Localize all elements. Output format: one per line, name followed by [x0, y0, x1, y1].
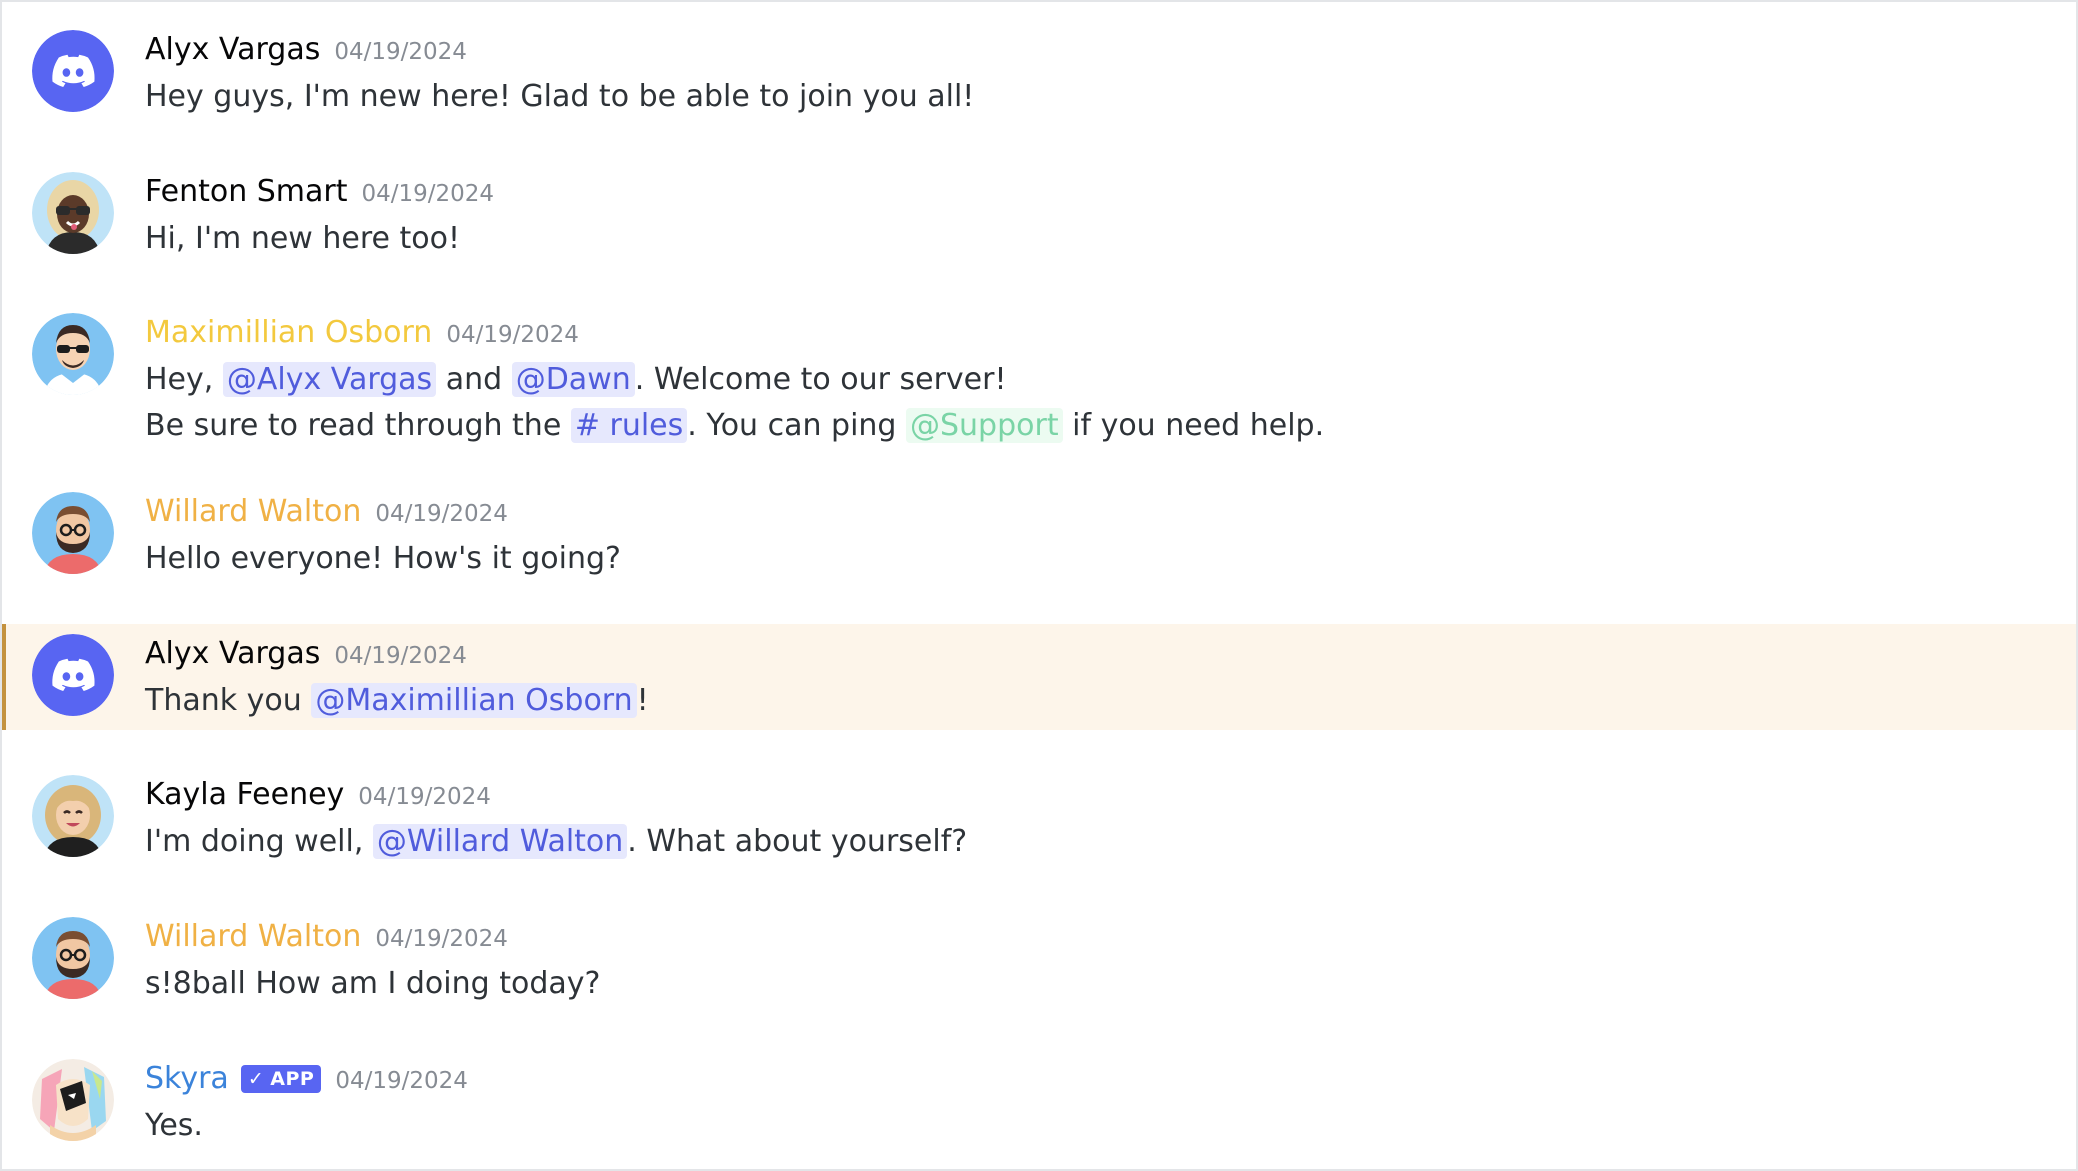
text-segment: . Welcome to our server!	[634, 362, 1007, 397]
text-segment: Be sure to read through the	[145, 408, 571, 443]
message-item-highlighted[interactable]: Alyx Vargas 04/19/2024 Thank you @Maximi…	[2, 624, 2076, 730]
message-text: Be sure to read through the # rules. You…	[145, 403, 2076, 449]
badge-label: APP	[270, 1068, 315, 1090]
text-segment: if you need help.	[1062, 408, 1325, 443]
timestamp: 04/19/2024	[446, 322, 579, 348]
user-mention[interactable]: @Willard Walton	[372, 824, 628, 859]
chat-message-list: Alyx Vargas 04/19/2024 Hey guys, I'm new…	[0, 0, 2078, 1171]
username[interactable]: Alyx Vargas	[145, 26, 320, 74]
text-segment: . What about yourself?	[627, 824, 968, 859]
text-segment: Thank you	[145, 683, 312, 718]
sunglasses-man-avatar	[32, 313, 114, 395]
role-mention[interactable]: @Support	[906, 408, 1063, 443]
message-text: Thank you @Maximillian Osborn!	[145, 678, 2076, 724]
text-segment: !	[636, 683, 649, 718]
timestamp: 04/19/2024	[375, 501, 508, 527]
blonde-woman-avatar	[32, 775, 114, 857]
message-text: Yes.	[145, 1108, 203, 1143]
timestamp: 04/19/2024	[334, 39, 467, 65]
avatar[interactable]	[32, 492, 114, 574]
message-text: s!8ball How am I doing today?	[145, 966, 601, 1001]
message-item[interactable]: Maximillian Osborn 04/19/2024 Hey, @Alyx…	[2, 309, 2076, 449]
username[interactable]: Alyx Vargas	[145, 630, 320, 678]
bearded-man-avatar	[32, 917, 114, 999]
message-item[interactable]: Skyra ✓ APP 04/19/2024 Yes.	[2, 1055, 2076, 1155]
app-badge: ✓ APP	[240, 1065, 322, 1093]
message-item[interactable]: Kayla Feeney 04/19/2024 I'm doing well, …	[2, 771, 2076, 871]
message-text: Hey guys, I'm new here! Glad to be able …	[145, 79, 975, 114]
user-mention[interactable]: @Alyx Vargas	[222, 362, 437, 397]
timestamp: 04/19/2024	[334, 643, 467, 669]
avatar[interactable]	[32, 30, 114, 112]
username[interactable]: Kayla Feeney	[145, 771, 344, 819]
channel-mention[interactable]: # rules	[570, 408, 688, 443]
user-mention[interactable]: @Dawn	[511, 362, 635, 397]
skyra-anime-avatar	[32, 1059, 114, 1141]
timestamp: 04/19/2024	[335, 1068, 468, 1094]
message-item[interactable]: Willard Walton 04/19/2024 s!8ball How am…	[2, 913, 2076, 1013]
discord-logo-icon	[32, 634, 114, 716]
message-text: Hello everyone! How's it going?	[145, 541, 621, 576]
avatar[interactable]	[32, 313, 114, 395]
message-item[interactable]: Willard Walton 04/19/2024 Hello everyone…	[2, 488, 2076, 588]
username[interactable]: Fenton Smart	[145, 168, 348, 216]
text-segment: . You can ping	[687, 408, 906, 443]
username[interactable]: Skyra	[145, 1055, 229, 1103]
discord-logo-icon	[32, 30, 114, 112]
timestamp: 04/19/2024	[375, 926, 508, 952]
username[interactable]: Willard Walton	[145, 913, 361, 961]
avatar[interactable]	[32, 917, 114, 999]
text-segment: Hey,	[145, 362, 223, 397]
user-mention[interactable]: @Maximillian Osborn	[311, 683, 637, 718]
avatar[interactable]	[32, 172, 114, 254]
text-segment: I'm doing well,	[145, 824, 373, 859]
avatar[interactable]	[32, 1059, 114, 1141]
message-text: I'm doing well, @Willard Walton. What ab…	[145, 819, 2076, 865]
username[interactable]: Maximillian Osborn	[145, 309, 432, 357]
text-segment: and	[436, 362, 512, 397]
message-text: Hi, I'm new here too!	[145, 221, 460, 256]
avatar[interactable]	[32, 775, 114, 857]
checkmark-icon: ✓	[247, 1068, 265, 1090]
username[interactable]: Willard Walton	[145, 488, 361, 536]
sunglasses-person-avatar	[32, 172, 114, 254]
bearded-man-avatar	[32, 492, 114, 574]
timestamp: 04/19/2024	[361, 181, 495, 207]
message-item[interactable]: Alyx Vargas 04/19/2024 Hey guys, I'm new…	[2, 26, 2076, 126]
timestamp: 04/19/2024	[358, 784, 491, 810]
message-text: Hey, @Alyx Vargas and @Dawn. Welcome to …	[145, 357, 2076, 403]
message-item[interactable]: Fenton Smart 04/19/2024 Hi, I'm new here…	[2, 168, 2076, 268]
avatar[interactable]	[32, 634, 114, 716]
